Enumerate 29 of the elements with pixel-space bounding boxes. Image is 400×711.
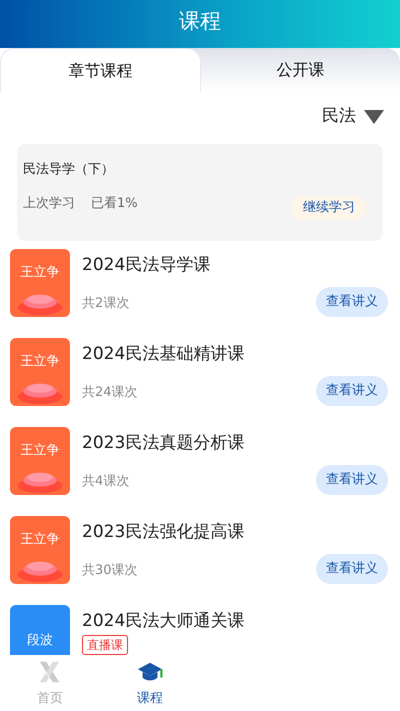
teacher-name: 段波 [27,632,53,650]
teacher-name: 王立争 [20,531,60,549]
teacher-name: 王立争 [20,264,60,282]
view-notes-button[interactable]: 查看讲义 [316,465,388,494]
tab[interactable]: 章节课程 [0,48,201,92]
course-title: 2023民法真题分析课 [82,432,246,454]
tab[interactable]: 公开课 [201,48,400,92]
dropdown-caret-icon[interactable] [364,110,384,124]
lesson-title: 民法导学（下） [23,161,115,179]
course-title: 2024民法导学课 [82,254,212,276]
course-title: 2023民法强化提高课 [82,521,246,543]
subject-dropdown[interactable]: 民法 [322,104,356,130]
continue-button[interactable]: 继续学习 [291,196,367,220]
page-title: 课程 [179,9,221,33]
course-thumbnail[interactable]: 段波 [10,605,70,655]
progress-text: 已看1% [91,194,138,212]
view-notes-button[interactable]: 查看讲义 [316,376,388,406]
last-study-label: 上次学习 [23,194,75,212]
lesson-count: 共2课次 [82,295,130,313]
lesson-count: 共4课次 [82,473,130,491]
view-notes-button[interactable]: 查看讲义 [316,554,388,584]
view-notes-button[interactable]: 查看讲义 [316,287,388,316]
lesson-count: 共24课次 [82,384,138,402]
teacher-name: 王立争 [20,353,60,371]
teacher-name: 王立争 [20,442,60,460]
lesson-count: 共30课次 [82,562,138,580]
nav-tab[interactable]: 课程 [100,655,200,711]
course-title: 2024民法大师通关课 [82,610,246,632]
course-title: 2024民法基础精讲课 [82,343,246,365]
